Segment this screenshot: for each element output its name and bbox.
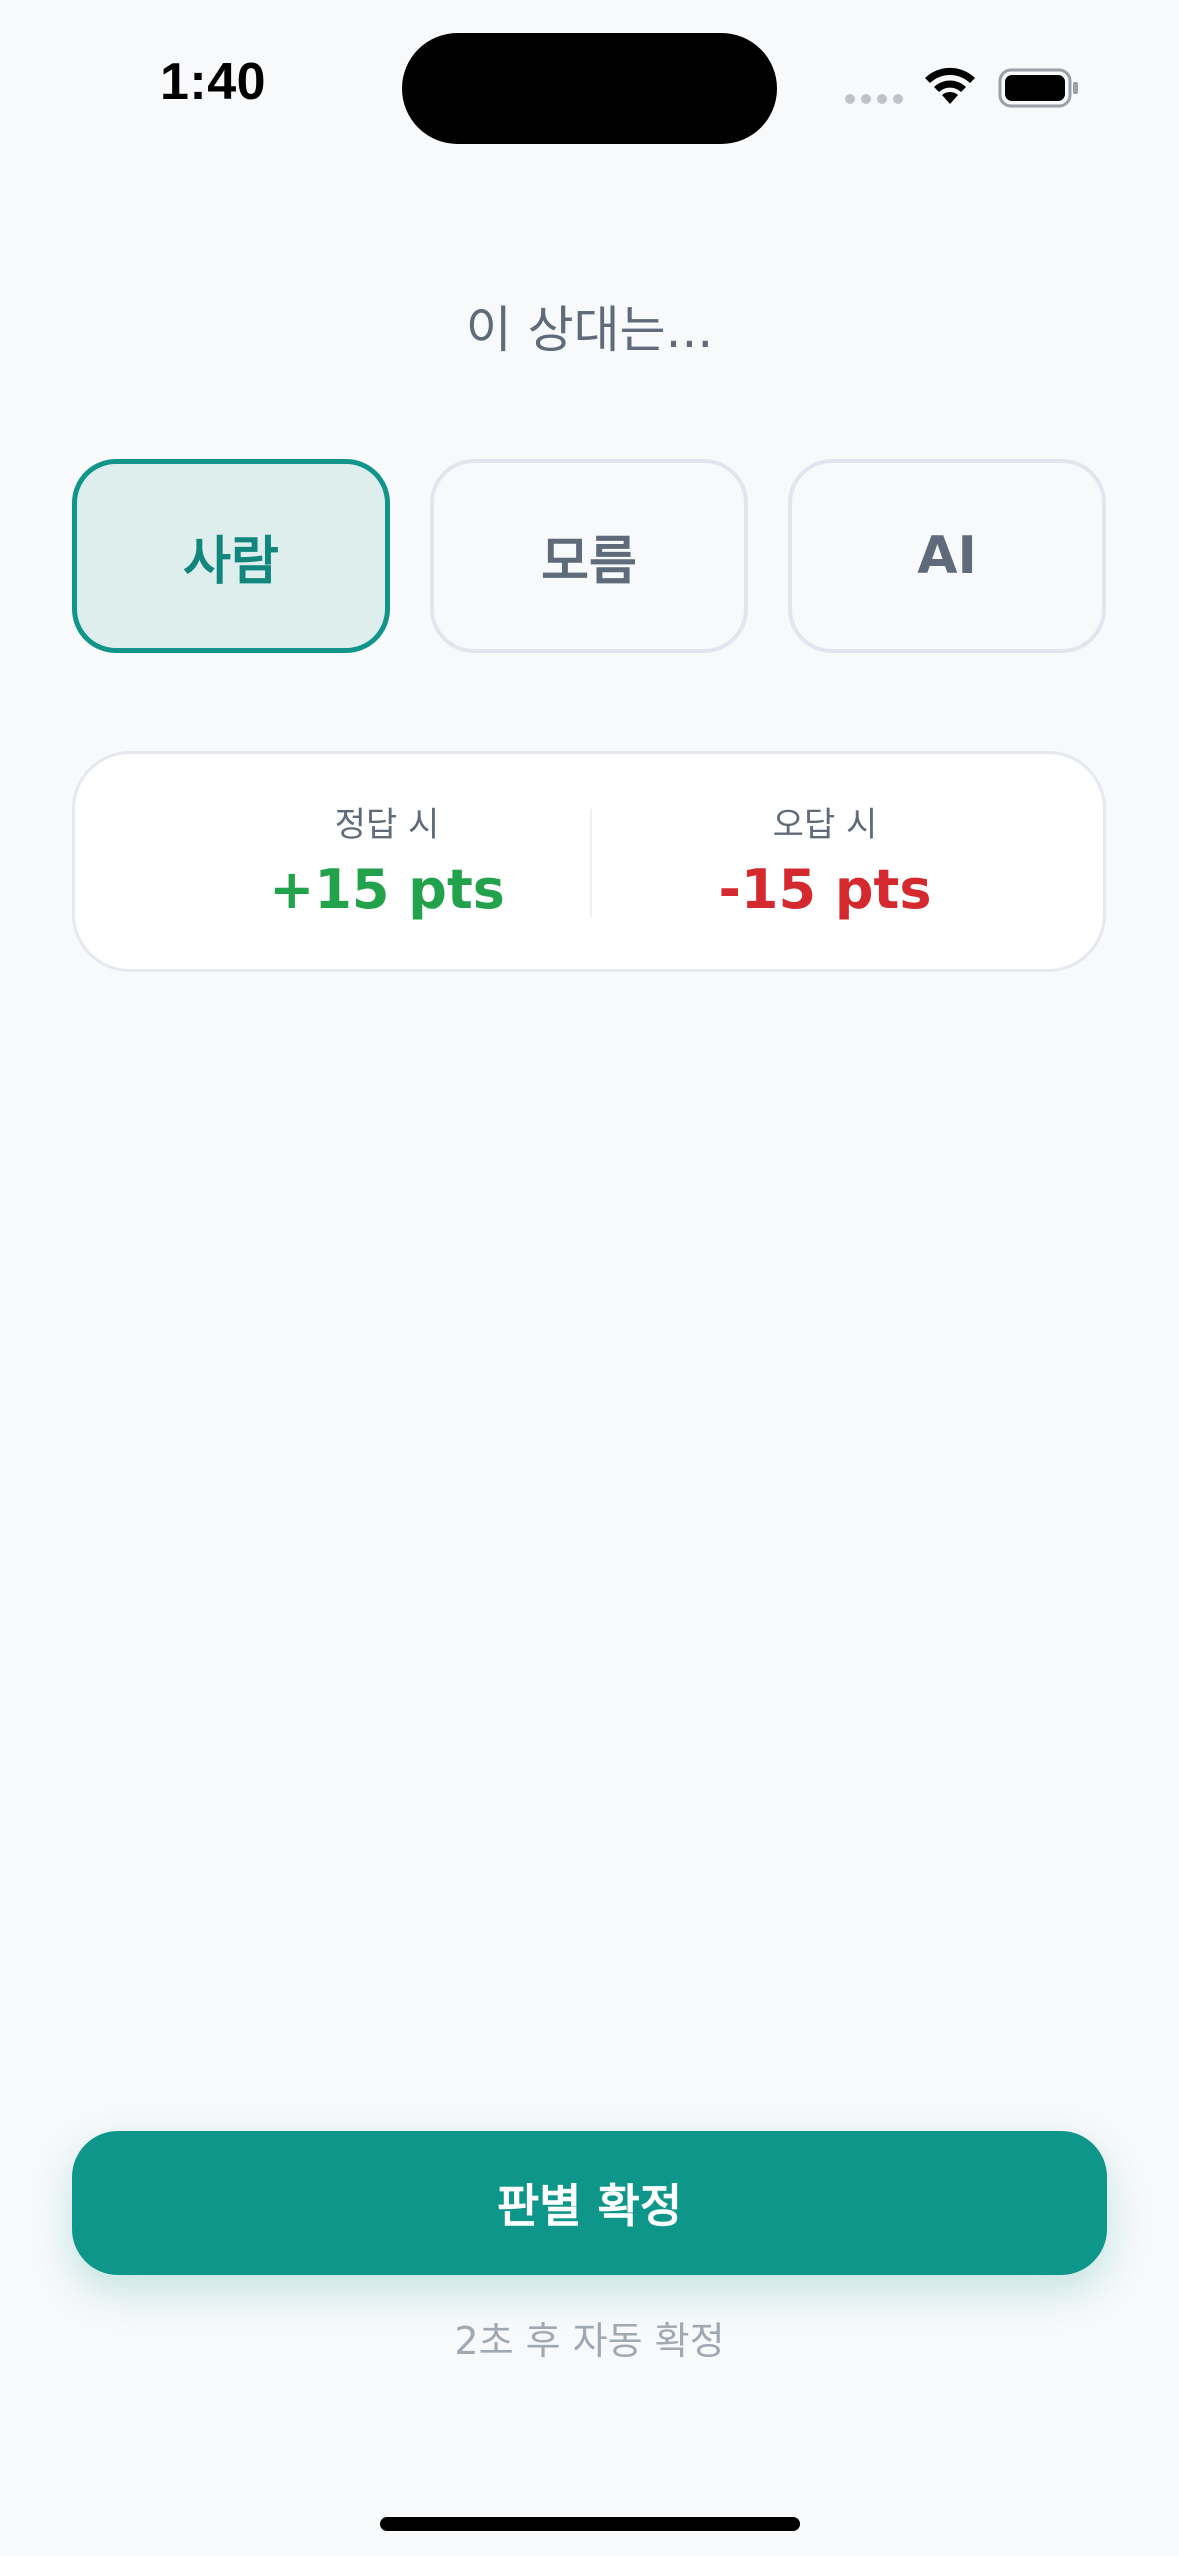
option-human-label: 사람	[183, 531, 279, 592]
score-card: 정답 시 +15 pts 오답 시 -15 pts	[72, 751, 1106, 972]
correct-score: 정답 시 +15 pts	[197, 802, 577, 922]
score-divider	[590, 809, 592, 917]
confirm-button[interactable]: 판별 확정	[72, 2131, 1107, 2275]
correct-label: 정답 시	[334, 805, 440, 845]
wrong-value: -15 pts	[718, 858, 932, 921]
wifi-icon	[925, 67, 975, 104]
prompt-title: 이 상대는...	[465, 301, 714, 359]
option-human-button[interactable]: 사람	[72, 459, 390, 653]
battery-icon	[998, 68, 1078, 108]
wrong-score: 오답 시 -15 pts	[635, 802, 1015, 922]
correct-value: +15 pts	[269, 858, 505, 921]
option-ai-button[interactable]: AI	[788, 459, 1106, 653]
wrong-label: 오답 시	[772, 805, 878, 845]
option-unknown-label: 모름	[541, 531, 637, 592]
option-unknown-button[interactable]: 모름	[430, 459, 748, 653]
home-indicator[interactable]	[380, 2517, 800, 2531]
dynamic-island	[402, 33, 777, 144]
signal-dots-icon	[845, 94, 905, 106]
option-ai-label: AI	[917, 526, 977, 586]
status-time: 1:40	[160, 53, 267, 111]
status-bar: 1:40	[0, 0, 1179, 170]
auto-confirm-text: 2초 후 자동 확정	[454, 2319, 725, 2363]
